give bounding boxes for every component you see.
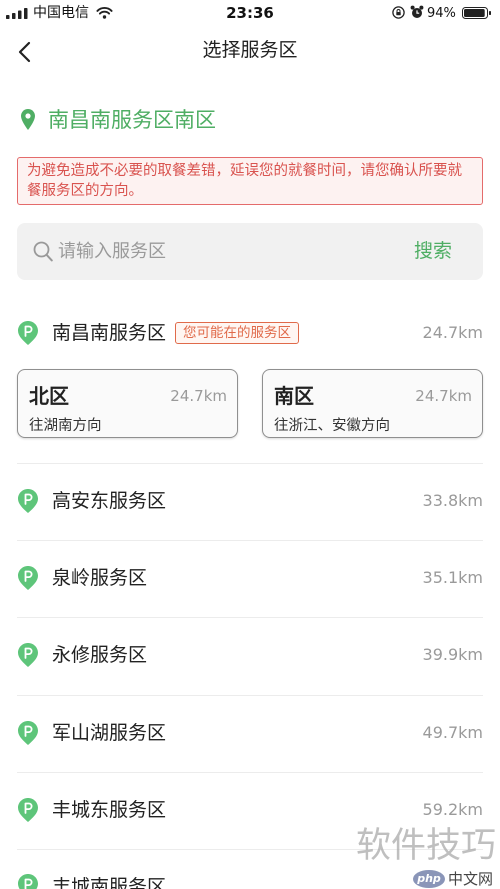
- service-area-distance: 33.8km: [422, 491, 483, 510]
- zone-name: 南区: [274, 384, 314, 408]
- back-button[interactable]: [10, 34, 42, 68]
- zone-direction: 往浙江、安徽方向: [274, 418, 390, 434]
- service-area-distance: 49.7km: [422, 723, 483, 742]
- watermark-logo-php: php: [413, 870, 445, 888]
- list-item[interactable]: 泉岭服务区 35.1km: [0, 553, 500, 603]
- map-pin-icon: [21, 109, 35, 130]
- zone-direction: 往湖南方向: [29, 418, 102, 434]
- zone-distance: 24.7km: [415, 387, 472, 405]
- service-area-distance: 59.2km: [422, 800, 483, 819]
- service-area-pin-icon: [18, 643, 38, 667]
- search-icon: [33, 241, 53, 262]
- signal-icon: [6, 8, 28, 19]
- service-area-name: 永修服务区: [52, 644, 148, 666]
- service-area-distance: 24.7km: [422, 323, 483, 342]
- watermark-text: 软件技巧: [356, 826, 497, 866]
- alarm-icon: [410, 5, 424, 18]
- watermark-logo: php 中文网: [413, 869, 495, 889]
- divider: [17, 540, 483, 541]
- service-area-name: 军山湖服务区: [52, 722, 167, 744]
- rotation-lock-icon: [392, 6, 405, 19]
- possible-location-badge: 您可能在的服务区: [175, 322, 299, 344]
- list-item[interactable]: 军山湖服务区 49.7km: [0, 708, 500, 758]
- service-area-pin-icon: [18, 566, 38, 590]
- battery-percent: 94%: [427, 6, 456, 21]
- service-area-distance: 35.1km: [422, 568, 483, 587]
- current-location: 南昌南服务区南区: [48, 108, 216, 132]
- service-area-name: 泉岭服务区: [52, 567, 148, 589]
- service-area-pin-icon: [18, 721, 38, 745]
- status-time: 23:36: [226, 4, 274, 22]
- battery-icon: [462, 7, 491, 19]
- wifi-icon: [96, 7, 113, 19]
- zone-card-north[interactable]: 北区 24.7km 往湖南方向: [17, 369, 238, 438]
- service-area-name: 南昌南服务区: [52, 322, 167, 344]
- service-area-pin-icon: [18, 489, 38, 513]
- list-item[interactable]: 高安东服务区 33.8km: [0, 476, 500, 526]
- service-area-distance: 39.9km: [422, 645, 483, 664]
- direction-notice: 为避免造成不必要的取餐差错，延误您的就餐时间，请您确认所要就餐服务区的方向。: [17, 157, 483, 205]
- list-item[interactable]: 永修服务区 39.9km: [0, 630, 500, 680]
- service-area-name: 高安东服务区: [52, 490, 167, 512]
- zone-distance: 24.7km: [170, 387, 227, 405]
- service-area-pin-icon: [18, 321, 38, 345]
- divider: [17, 695, 483, 696]
- chevron-left-icon: [18, 41, 31, 63]
- current-service-area[interactable]: 南昌南服务区 您可能在的服务区 24.7km: [0, 312, 500, 362]
- page-title: 选择服务区: [202, 39, 298, 61]
- divider: [17, 463, 483, 464]
- zone-name: 北区: [29, 384, 69, 408]
- service-area-name: 丰城南服务区: [52, 877, 167, 889]
- search-input[interactable]: [58, 236, 388, 266]
- zone-card-south[interactable]: 南区 24.7km 往浙江、安徽方向: [262, 369, 483, 438]
- watermark-logo-text: 中文网: [448, 870, 494, 888]
- divider: [17, 772, 483, 773]
- service-area-pin-icon: [18, 798, 38, 822]
- screen: 中国电信 23:36 94% 选择服务区 南昌南服务区南区 为避免造成不必要的取…: [0, 0, 500, 889]
- divider: [17, 617, 483, 618]
- carrier-name: 中国电信: [33, 5, 89, 21]
- search-button[interactable]: 搜索: [404, 235, 462, 267]
- service-area-name: 丰城东服务区: [52, 799, 167, 821]
- service-area-pin-icon: [18, 874, 38, 889]
